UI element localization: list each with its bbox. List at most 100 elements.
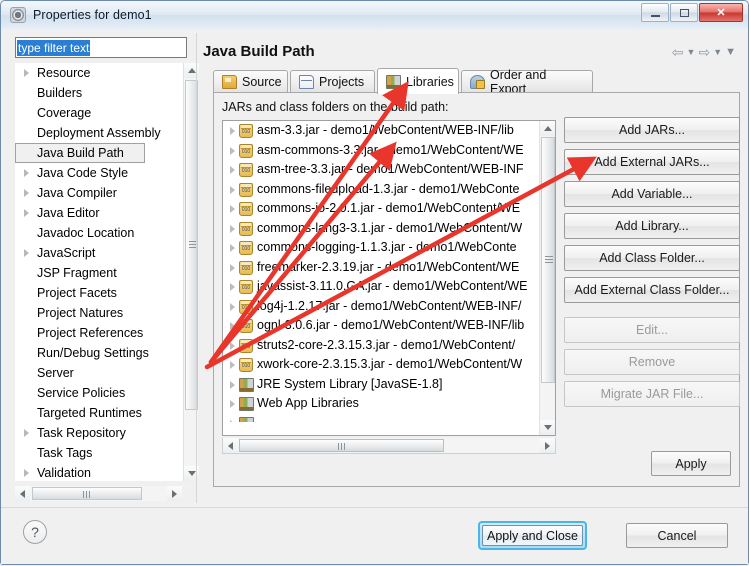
expand-triangle-icon[interactable] (24, 69, 29, 77)
tree-scroll-right-button[interactable] (167, 486, 182, 501)
jars-vertical-scrollbar[interactable] (539, 121, 555, 435)
expand-triangle-icon[interactable] (24, 189, 29, 197)
tab-source[interactable]: Source (213, 70, 288, 93)
settings-tree[interactable]: Resource Builders Coverage Deployment Assem… (15, 63, 187, 481)
tree-item-service-policies[interactable]: Service Policies (15, 383, 187, 403)
expand-triangle-icon[interactable] (230, 341, 235, 350)
apply-button[interactable]: Apply (651, 451, 731, 476)
jars-scroll-down-button[interactable] (540, 420, 555, 435)
back-arrow-icon[interactable]: ⇦ (672, 45, 684, 59)
back-menu-chevron-down-icon[interactable]: ▼ (687, 47, 696, 57)
help-button[interactable]: ? (23, 520, 47, 544)
tab-libraries[interactable]: Libraries (377, 68, 459, 94)
tree-item-javascript[interactable]: JavaScript (15, 243, 187, 263)
filter-input-box[interactable]: type filter text (15, 37, 187, 58)
expand-triangle-icon[interactable] (230, 224, 235, 233)
tree-item-javadoc-location[interactable]: Javadoc Location (15, 223, 187, 243)
tree-horizontal-scrollbar[interactable] (15, 486, 182, 501)
expand-triangle-icon[interactable] (230, 361, 235, 369)
jar-list-item-partial[interactable] (223, 414, 539, 422)
tree-item-server[interactable]: Server (15, 363, 187, 383)
tab-order-and-export[interactable]: Order and Export (461, 68, 593, 96)
tree-item-java-editor[interactable]: Java Editor (15, 203, 187, 223)
jar-list-item[interactable]: asm-tree-3.3.jar - demo1/WebContent/WEB-… (223, 160, 539, 180)
expand-triangle-icon[interactable] (230, 244, 235, 252)
tree-item-project-natures[interactable]: Project Natures (15, 303, 187, 323)
expand-triangle-icon[interactable] (230, 400, 235, 408)
expand-triangle-icon[interactable] (230, 283, 235, 291)
expand-triangle-icon[interactable] (230, 146, 235, 155)
expand-triangle-icon[interactable] (230, 127, 235, 135)
tree-item-coverage[interactable]: Coverage (15, 103, 187, 123)
tree-item-validation[interactable]: Validation (15, 463, 187, 481)
jars-horizontal-scrollbar[interactable] (222, 438, 556, 454)
tree-item-run-debug-settings[interactable]: Run/Debug Settings (15, 343, 187, 363)
forward-menu-chevron-down-icon[interactable]: ▼ (713, 47, 722, 57)
expand-triangle-icon[interactable] (230, 205, 235, 213)
jar-list-item[interactable]: commons-lang3-3.1.jar - demo1/WebContent… (223, 219, 539, 239)
tree-item-project-references[interactable]: Project References (15, 323, 187, 343)
jar-list-item[interactable]: freemarker-2.3.19.jar - demo1/WebContent… (223, 258, 539, 278)
tree-item-java-code-style[interactable]: Java Code Style (15, 163, 187, 183)
tree-item-targeted-runtimes[interactable]: Targeted Runtimes (15, 403, 187, 423)
tree-scroll-left-button[interactable] (15, 486, 30, 501)
jar-list-item[interactable]: JRE System Library [JavaSE-1.8] (223, 375, 539, 395)
button-add-class-folder[interactable]: Add Class Folder... (564, 245, 740, 271)
tree-item-jsp-fragment[interactable]: JSP Fragment (15, 263, 187, 283)
expand-triangle-icon[interactable] (230, 322, 235, 330)
jars-scroll-right-button[interactable] (540, 438, 555, 453)
expand-triangle-icon[interactable] (24, 469, 29, 477)
expand-triangle-icon[interactable] (230, 302, 235, 311)
close-button[interactable]: ✕ (699, 3, 743, 22)
forward-arrow-icon[interactable]: ⇨ (698, 45, 710, 59)
button-add-external-jars[interactable]: Add External JARs... (564, 149, 740, 175)
jar-list-item[interactable]: commons-logging-1.1.3.jar - demo1/WebCon… (223, 238, 539, 258)
apply-and-close-button[interactable]: Apply and Close (482, 525, 583, 546)
button-add-jars[interactable]: Add JARs... (564, 117, 740, 143)
cancel-button[interactable]: Cancel (626, 523, 728, 548)
expand-triangle-icon[interactable] (24, 429, 29, 437)
expand-triangle-icon[interactable] (24, 249, 29, 257)
tree-hscroll-thumb[interactable] (32, 487, 142, 500)
tree-item-resource[interactable]: Resource (15, 63, 187, 83)
jar-list-item[interactable]: commons-fileupload-1.3.jar - demo1/WebCo… (223, 180, 539, 200)
tree-item-task-repository[interactable]: Task Repository (15, 423, 187, 443)
jar-list-item[interactable]: xwork-core-2.3.15.3.jar - demo1/WebConte… (223, 355, 539, 375)
expand-triangle-icon[interactable] (230, 185, 235, 194)
jars-scroll-thumb[interactable] (541, 137, 555, 383)
expand-triangle-icon[interactable] (24, 169, 29, 177)
jar-list-item[interactable]: commons-io-2.0.1.jar - demo1/WebContent/… (223, 199, 539, 219)
apply-and-close-focus-ring: Apply and Close (478, 521, 587, 550)
button-add-library[interactable]: Add Library... (564, 213, 740, 239)
button-add-variable[interactable]: Add Variable... (564, 181, 740, 207)
jar-list-item[interactable]: asm-commons-3.3.jar - demo1/WebContent/W… (223, 141, 539, 161)
button-add-external-class-folder[interactable]: Add External Class Folder... (564, 277, 740, 303)
expand-triangle-icon[interactable] (230, 380, 235, 389)
tree-item-task-tags[interactable]: Task Tags (15, 443, 187, 463)
tree-item-project-facets[interactable]: Project Facets (15, 283, 187, 303)
minimize-button[interactable] (641, 3, 669, 22)
expand-triangle-icon[interactable] (230, 419, 235, 422)
jar-list-item[interactable]: javassist-3.11.0.GA.jar - demo1/WebConte… (223, 277, 539, 297)
jar-list-item[interactable]: struts2-core-2.3.15.3.jar - demo1/WebCon… (223, 336, 539, 356)
jars-hscroll-thumb[interactable] (239, 439, 444, 452)
jar-list-item[interactable]: ognl-3.0.6.jar - demo1/WebContent/WEB-IN… (223, 316, 539, 336)
jar-list-item[interactable]: Web App Libraries (223, 394, 539, 414)
tree-item-java-build-path[interactable]: Java Build Path (15, 143, 145, 163)
expand-triangle-icon[interactable] (230, 166, 235, 174)
jar-icon (239, 221, 253, 236)
search-input[interactable]: type filter text (17, 40, 91, 56)
tree-item-deployment-assembly[interactable]: Deployment Assembly (15, 123, 187, 143)
jar-list-item[interactable]: asm-3.3.jar - demo1/WebContent/WEB-INF/l… (223, 121, 539, 141)
tab-projects[interactable]: Projects (290, 70, 375, 93)
jar-list-item[interactable]: log4j-1.2.17.jar - demo1/WebContent/WEB-… (223, 297, 539, 317)
expand-triangle-icon[interactable] (24, 209, 29, 217)
jars-list[interactable]: asm-3.3.jar - demo1/WebContent/WEB-INF/l… (222, 120, 556, 436)
tree-item-java-compiler[interactable]: Java Compiler (15, 183, 187, 203)
maximize-button[interactable] (670, 3, 698, 22)
overflow-chevron-down-icon[interactable]: ▼ (725, 46, 736, 58)
tree-item-builders[interactable]: Builders (15, 83, 187, 103)
jars-scroll-left-button[interactable] (223, 438, 238, 453)
jars-scroll-up-button[interactable] (540, 121, 555, 136)
expand-triangle-icon[interactable] (230, 263, 235, 272)
